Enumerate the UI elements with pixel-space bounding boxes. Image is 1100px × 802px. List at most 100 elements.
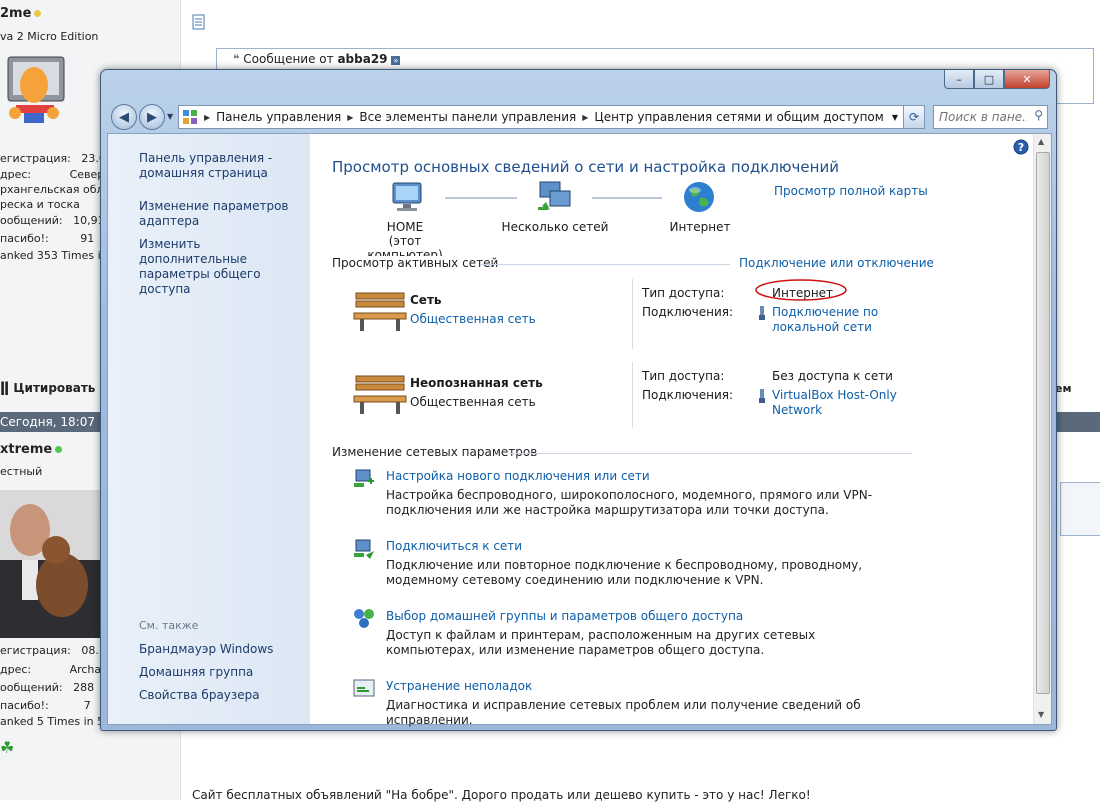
map-internet-label: Интернет xyxy=(669,220,731,234)
address-bar[interactable]: ▶ Панель управления ▶ Все элементы панел… xyxy=(178,105,905,129)
scroll-down-arrow-icon[interactable]: ▼ xyxy=(1038,710,1044,719)
map-connector-line xyxy=(445,197,517,199)
task-homegroup-link[interactable]: Выбор домашней группы и параметров общег… xyxy=(386,609,743,623)
svg-text:?: ? xyxy=(1018,141,1024,154)
map-multi-label: Несколько сетей xyxy=(501,220,609,234)
forum-posts-2: ообщений: 288 xyxy=(0,681,95,694)
task-new-connection-link[interactable]: Настройка нового подключения или сети xyxy=(386,469,650,483)
connect-disconnect-link[interactable]: Подключение или отключение xyxy=(739,256,934,270)
forum-username[interactable]: 2me xyxy=(0,6,42,21)
reputation-icon: ☘ xyxy=(0,738,15,757)
maximize-button[interactable]: □ xyxy=(974,70,1004,89)
close-button[interactable]: ✕ xyxy=(1004,70,1050,89)
task-homegroup-desc: Доступ к файлам и принтерам, расположенн… xyxy=(386,628,816,657)
computer-icon[interactable] xyxy=(390,181,426,215)
forum-avatar xyxy=(7,56,65,123)
network-1-type-link[interactable]: Общественная сеть xyxy=(410,312,536,326)
network-2-conn-label: Подключения: xyxy=(642,388,734,402)
control-panel-icon xyxy=(183,110,197,124)
document-icon xyxy=(192,14,205,30)
forward-arrow-icon: ▶ xyxy=(147,109,157,125)
task-connect-link[interactable]: Подключиться к сети xyxy=(386,539,522,553)
section-divider xyxy=(480,264,730,265)
task-connect-desc: Подключение или повторное подключение к … xyxy=(386,558,863,587)
network-center-window: – □ ✕ ◀ ▶ ▼ ▶ Панель управления ▶ Все эл… xyxy=(100,69,1057,731)
forward-button[interactable]: ▶ xyxy=(139,104,165,130)
map-connector-line xyxy=(592,197,662,199)
forum-thanks: пасибо!: 91 xyxy=(0,232,95,245)
task-new-connection-desc: Настройка беспроводного, широкополосного… xyxy=(386,488,873,517)
recent-pages-dropdown[interactable]: ▼ xyxy=(167,112,173,121)
breadcrumb-network-center[interactable]: Центр управления сетями и общим доступом xyxy=(594,110,883,124)
main-panel: Просмотр основных сведений о сети и наст… xyxy=(310,134,1030,727)
forum-region: рхангельская облас xyxy=(0,183,117,196)
task-troubleshoot-link[interactable]: Устранение неполадок xyxy=(386,679,532,693)
forum-post-box xyxy=(1060,482,1100,536)
see-also-title: См. также xyxy=(139,619,199,632)
task-sidebar: Панель управления - домашняя страница Из… xyxy=(108,134,310,724)
section-divider xyxy=(510,453,912,454)
forum-user-status-2: естный xyxy=(0,465,43,478)
network-2-name: Неопознанная сеть xyxy=(410,376,543,390)
network-2-connection-link[interactable]: VirtualBox Host-Only Network xyxy=(772,388,902,418)
refresh-icon: ⟳ xyxy=(908,110,920,124)
forum-username-2[interactable]: xtreme xyxy=(0,442,63,457)
bench-icon xyxy=(353,292,407,331)
new-connection-icon xyxy=(354,469,374,487)
sidebar-link-firewall[interactable]: Брандмауэр Windows xyxy=(139,642,273,657)
breadcrumb-chevron-icon: ▶ xyxy=(204,112,211,122)
forum-thanked-2: anked 5 Times in 5 P xyxy=(0,715,115,728)
active-networks-title: Просмотр активных сетей xyxy=(332,256,505,270)
address-dropdown-icon[interactable]: ▼ xyxy=(892,113,898,122)
troubleshoot-icon xyxy=(353,679,375,697)
network-1-connection-link[interactable]: Подключение по локальной сети xyxy=(772,305,882,335)
help-icon[interactable]: ? xyxy=(1013,139,1029,155)
internet-globe-icon[interactable] xyxy=(682,180,716,214)
network-1-access-label: Тип доступа: xyxy=(642,286,725,300)
homegroup-icon xyxy=(354,609,374,628)
minimize-button[interactable]: – xyxy=(944,70,974,89)
sidebar-link-sharing[interactable]: Изменить дополнительные параметры общего… xyxy=(139,237,301,297)
network-2-access: Без доступа к сети xyxy=(772,369,893,383)
connect-network-icon xyxy=(354,539,374,559)
forum-right-label: ем xyxy=(1055,382,1072,395)
caption-buttons: – □ ✕ xyxy=(944,70,1050,89)
ethernet-icon xyxy=(759,306,765,320)
forum-reg: егистрация: 23.04. xyxy=(0,152,117,165)
network-1-conn-label: Подключения: xyxy=(642,305,734,319)
network-2-type: Общественная сеть xyxy=(410,395,536,409)
vertical-divider xyxy=(632,279,633,349)
breadcrumb-all-items[interactable]: Все элементы панели управления xyxy=(359,110,576,124)
breadcrumb-control-panel[interactable]: Панель управления xyxy=(216,110,341,124)
search-icon[interactable]: ⚲ xyxy=(1034,108,1043,122)
forum-reg-2: егистрация: 08.12. xyxy=(0,644,117,657)
search-input[interactable] xyxy=(937,107,1029,127)
network-1-name: Сеть xyxy=(410,293,442,307)
sidebar-link-homegroup[interactable]: Домашняя группа xyxy=(139,665,253,680)
change-settings-title: Изменение сетевых параметров xyxy=(332,445,544,459)
refresh-button[interactable]: ⟳ xyxy=(903,105,925,129)
sidebar-link-adapter[interactable]: Изменение параметров адаптера xyxy=(139,199,289,229)
forum-avatar-2 xyxy=(0,490,100,638)
network-2-access-label: Тип доступа: xyxy=(642,369,725,383)
sidebar-link-home[interactable]: Панель управления - домашняя страница xyxy=(139,151,289,181)
scroll-thumb[interactable] xyxy=(1036,152,1050,694)
full-map-link[interactable]: Просмотр полной карты xyxy=(774,184,928,198)
back-arrow-icon: ◀ xyxy=(119,109,129,125)
client-area: Панель управления - домашняя страница Из… xyxy=(107,133,1052,727)
task-troubleshoot-desc: Диагностика и исправление сетевых пробле… xyxy=(386,698,861,727)
search-box[interactable]: ⚲ xyxy=(933,105,1048,129)
page-title: Просмотр основных сведений о сети и наст… xyxy=(332,158,839,176)
scroll-up-arrow-icon[interactable]: ▲ xyxy=(1038,137,1044,146)
forum-posts: ообщений: 10,914 xyxy=(0,214,112,227)
forum-user-title: va 2 Micro Edition xyxy=(0,30,99,43)
forum-addr-2: дрес: Archang xyxy=(0,663,116,676)
forum-thanks-2: пасибо!: 7 xyxy=(0,699,91,712)
red-highlight-ellipse xyxy=(755,279,847,301)
sidebar-link-browser[interactable]: Свойства браузера xyxy=(139,688,260,703)
forum-quote-header: ❝ Сообщение от abba29 » xyxy=(233,52,401,66)
vertical-scrollbar[interactable]: ▲ ▼ xyxy=(1033,134,1051,724)
vertical-divider xyxy=(632,362,633,428)
back-button[interactable]: ◀ xyxy=(111,104,137,130)
multiple-networks-icon[interactable] xyxy=(536,180,574,214)
